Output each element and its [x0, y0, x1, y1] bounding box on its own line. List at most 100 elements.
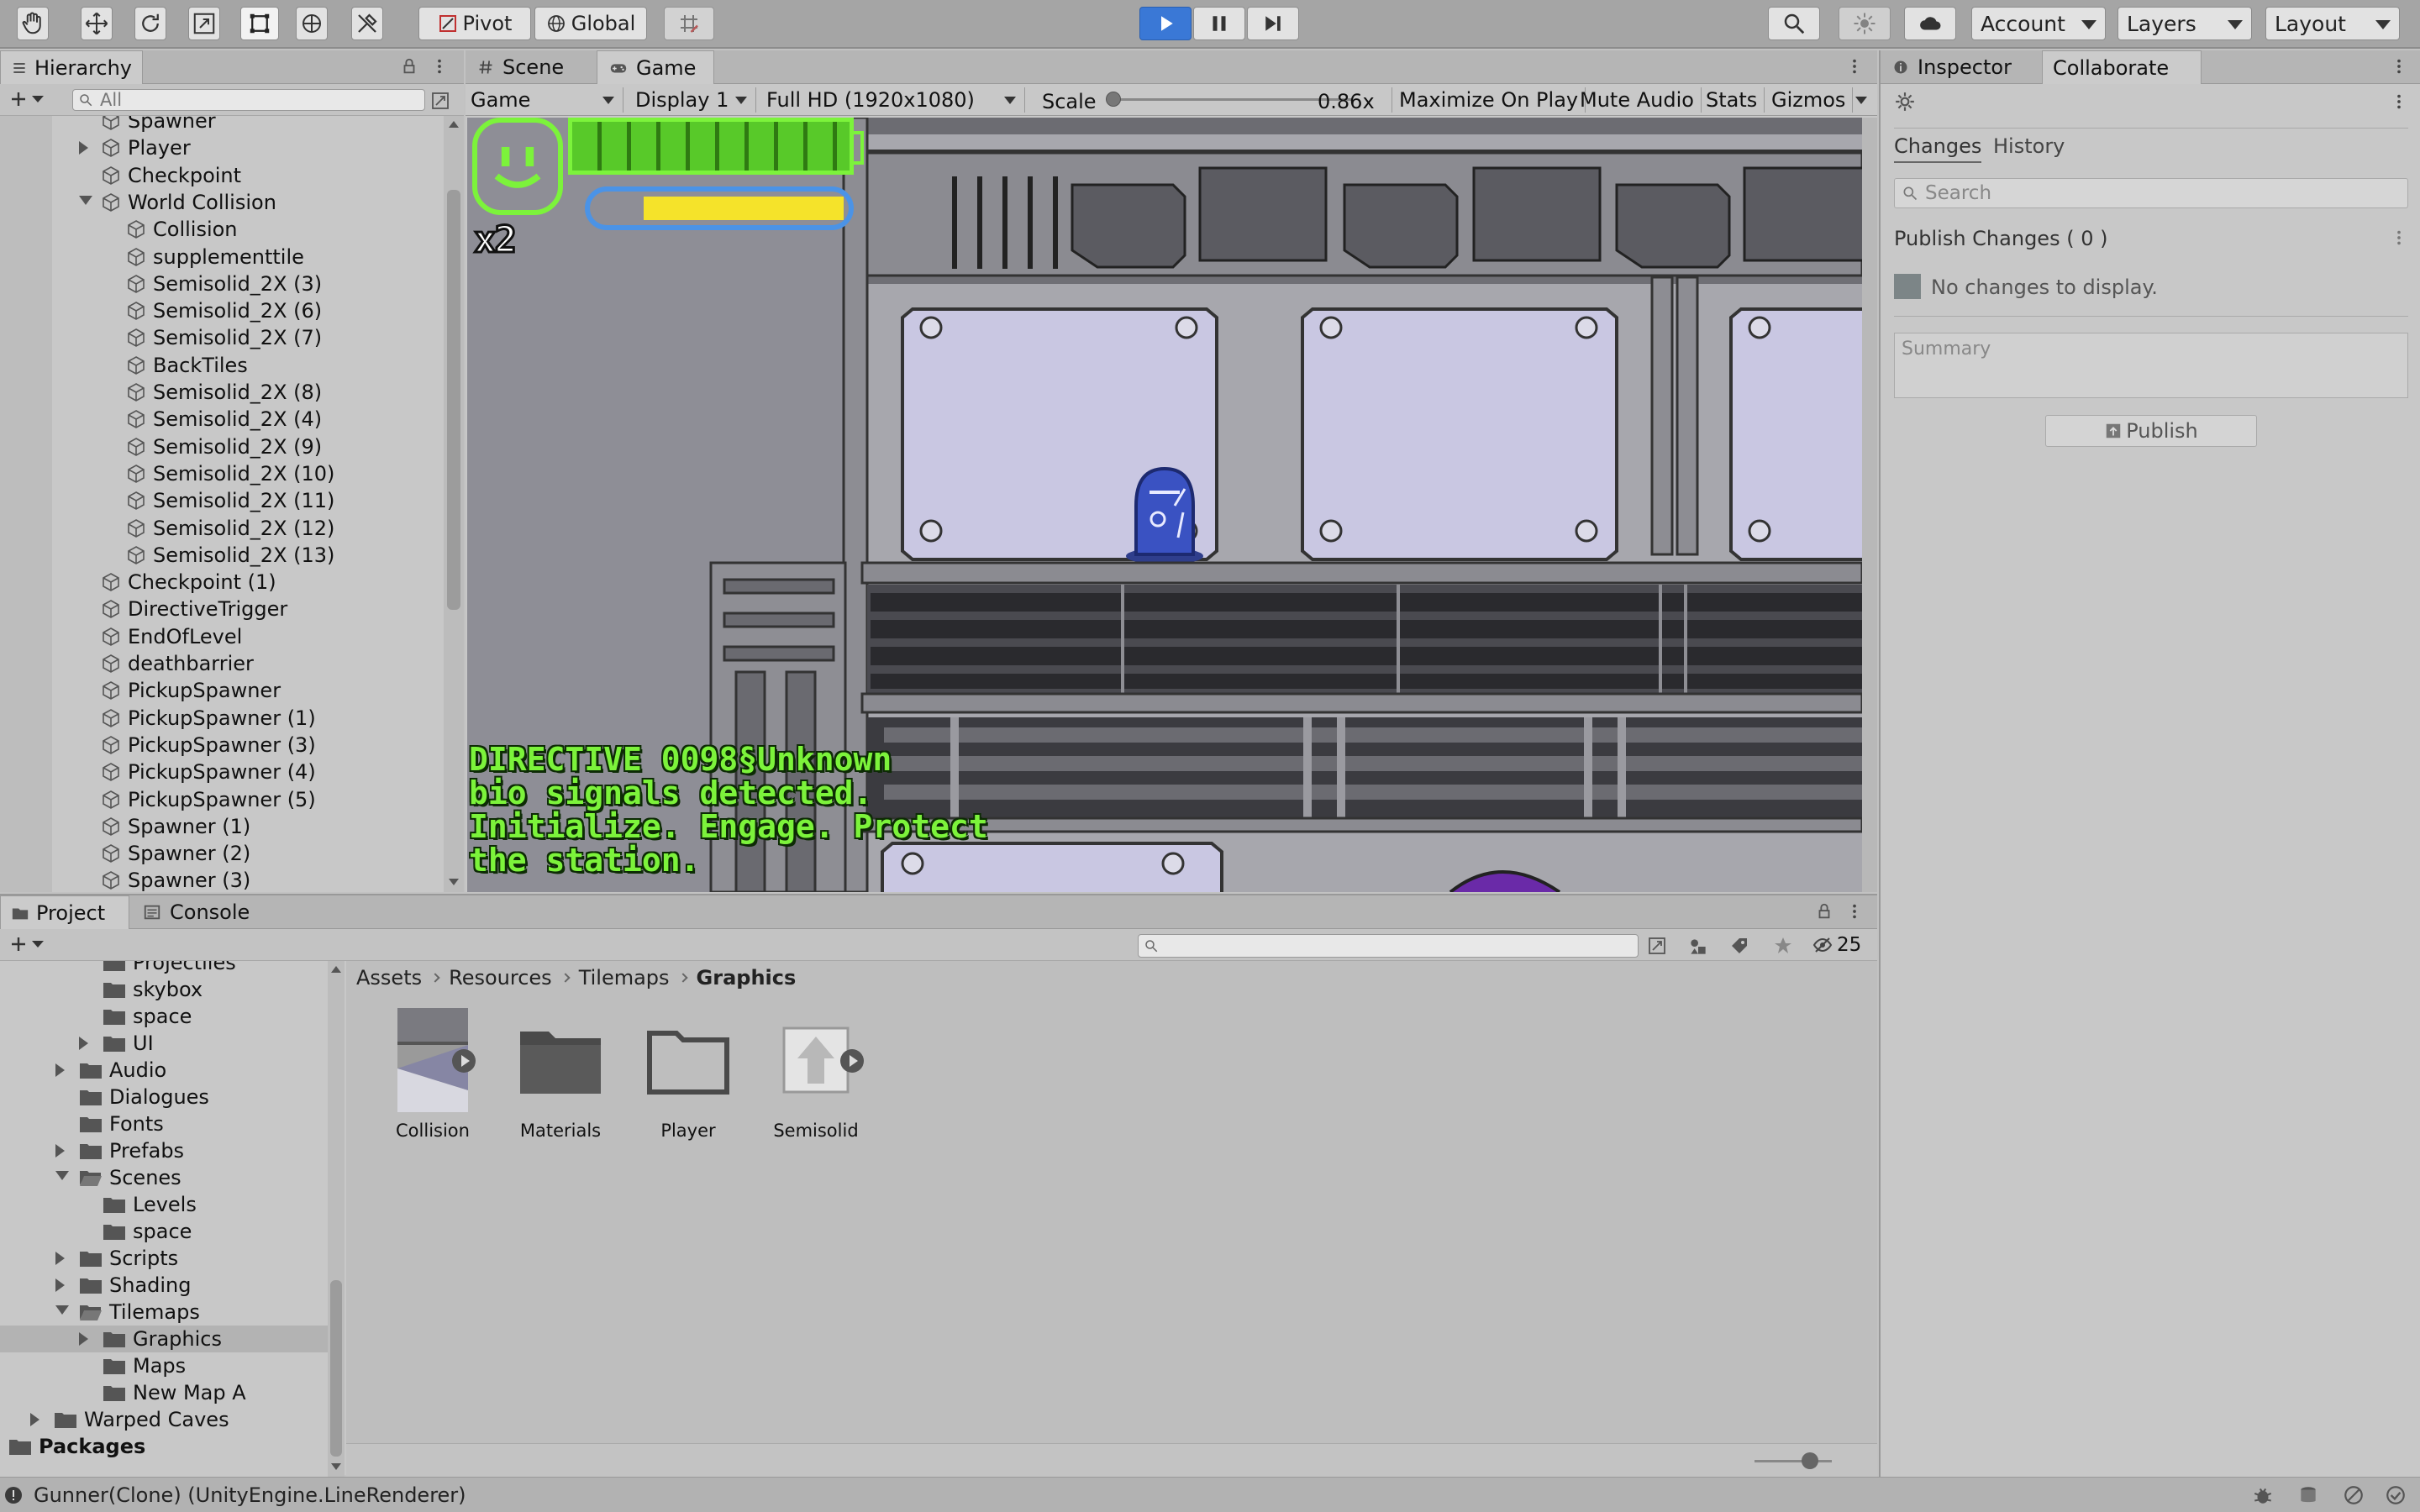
maximize-on-play-toggle[interactable]: Maximize On Play	[1392, 87, 1586, 113]
kebab-menu-icon[interactable]	[2390, 92, 2408, 111]
tab-hierarchy[interactable]: Hierarchy	[0, 50, 143, 84]
folder-item[interactable]: Projectiles	[0, 961, 328, 976]
scale-slider-track[interactable]	[1109, 98, 1353, 101]
icon-size-slider-knob[interactable]	[1802, 1452, 1818, 1469]
hierarchy-item[interactable]: Semisolid_2X (12)	[126, 515, 334, 542]
hierarchy-item[interactable]: Collision	[126, 216, 238, 243]
chevron-right-icon[interactable]	[55, 1144, 65, 1158]
folder-item-selected[interactable]: Graphics	[0, 1326, 328, 1352]
scene-visibility-icon[interactable]	[430, 91, 450, 111]
no-network-icon[interactable]	[2343, 1484, 2365, 1506]
hierarchy-item[interactable]: Semisolid_2X (7)	[126, 324, 322, 351]
pivot-toggle-button[interactable]: Pivot	[418, 7, 531, 40]
game-viewport[interactable]: x2 DIRECTIVE 0098§Unknown bio signals de…	[467, 118, 1862, 892]
rotate-tool-button[interactable]	[134, 7, 166, 40]
folder-item[interactable]: UI	[0, 1030, 328, 1057]
asset-item[interactable]: Player	[635, 1003, 741, 1146]
hierarchy-item[interactable]: Checkpoint (1)	[101, 569, 276, 596]
tab-game[interactable]: Game	[597, 50, 714, 84]
asset-item[interactable]: Materials	[508, 1003, 613, 1146]
bug-icon[interactable]	[2252, 1484, 2274, 1506]
chevron-right-icon[interactable]	[79, 1332, 88, 1346]
hidden-packages-toggle[interactable]: 25	[1812, 934, 1861, 956]
summary-textarea[interactable]: Summary	[1894, 333, 2408, 398]
hierarchy-item[interactable]: Spawner (1)	[101, 813, 250, 840]
scale-tool-button[interactable]	[188, 7, 220, 40]
collab-cloud-button[interactable]	[1904, 7, 1956, 40]
chevron-down-icon[interactable]	[55, 1171, 69, 1180]
hierarchy-item[interactable]: Semisolid_2X (6)	[126, 297, 322, 324]
asset-item[interactable]: Semisolid	[763, 1003, 869, 1146]
check-circle-icon[interactable]	[2385, 1484, 2407, 1506]
folder-item[interactable]: Levels	[0, 1191, 328, 1218]
folder-item[interactable]: Maps	[0, 1352, 328, 1379]
hierarchy-item[interactable]: Semisolid_2X (3)	[126, 270, 322, 297]
gizmos-toggle[interactable]: Gizmos	[1765, 87, 1854, 113]
tab-console[interactable]: Console	[133, 895, 267, 929]
subtab-changes[interactable]: Changes	[1894, 128, 1982, 163]
chevron-down-icon[interactable]	[55, 1305, 69, 1315]
hierarchy-item[interactable]: DirectiveTrigger	[101, 596, 287, 622]
scroll-up-icon[interactable]	[449, 121, 459, 128]
hierarchy-item[interactable]: PickupSpawner (5)	[101, 786, 316, 813]
transform-tool-button[interactable]	[296, 7, 328, 40]
folder-item[interactable]: Shading	[0, 1272, 328, 1299]
hierarchy-item[interactable]: Spawner (2)	[101, 840, 250, 867]
custom-tool-button[interactable]	[351, 7, 383, 40]
favorite-star-icon[interactable]	[1773, 936, 1793, 956]
gizmos-chevron-down-icon[interactable]	[1855, 97, 1867, 104]
expand-play-icon[interactable]	[452, 1049, 476, 1073]
chevron-right-icon[interactable]	[30, 1413, 39, 1426]
publish-button[interactable]: Publish	[2045, 415, 2257, 447]
status-message[interactable]: Gunner(Clone) (UnityEngine.LineRenderer)	[34, 1483, 466, 1507]
hierarchy-item[interactable]: World Collision	[79, 189, 276, 216]
move-tool-button[interactable]	[81, 7, 113, 40]
hierarchy-item[interactable]: BackTiles	[126, 352, 248, 379]
folder-item[interactable]: Scenes	[0, 1164, 328, 1191]
kebab-menu-icon[interactable]	[1845, 902, 1864, 921]
account-dropdown[interactable]: Account	[1971, 7, 2106, 40]
grid-snap-button[interactable]	[664, 7, 714, 40]
scrollbar-thumb[interactable]	[330, 1280, 342, 1457]
rect-tool-button[interactable]	[240, 7, 279, 40]
folder-item[interactable]: Warped Caves	[0, 1406, 328, 1433]
search-scope-icon[interactable]	[1647, 936, 1667, 956]
hierarchy-item[interactable]: PickupSpawner (3)	[101, 732, 316, 759]
lock-icon[interactable]	[400, 57, 418, 76]
chevron-right-icon[interactable]	[55, 1063, 65, 1077]
scroll-down-icon[interactable]	[331, 1463, 341, 1470]
scale-slider-knob[interactable]	[1106, 92, 1121, 107]
breadcrumb-item[interactable]: Assets	[356, 966, 422, 990]
lock-icon[interactable]	[1815, 902, 1833, 921]
hierarchy-item[interactable]: PickupSpawner (1)	[101, 705, 316, 732]
select-all-checkbox[interactable]	[1894, 274, 1921, 299]
breadcrumb-item[interactable]: Graphics	[697, 966, 797, 990]
folder-item[interactable]: Fonts	[0, 1110, 328, 1137]
hierarchy-item[interactable]: Semisolid_2X (4)	[126, 406, 322, 433]
hierarchy-scrollbar[interactable]	[444, 116, 464, 892]
display-dropdown[interactable]: Display 1	[630, 87, 756, 113]
global-toggle-button[interactable]: Global	[534, 7, 647, 40]
hierarchy-item[interactable]: Semisolid_2X (13)	[126, 542, 334, 569]
kebab-menu-icon[interactable]	[2390, 228, 2408, 247]
create-dropdown[interactable]	[8, 89, 44, 109]
hierarchy-item[interactable]: Checkpoint	[101, 162, 241, 189]
kebab-menu-icon[interactable]	[430, 57, 449, 76]
filter-by-label-icon[interactable]	[1729, 936, 1749, 956]
folder-item[interactable]: Packages	[0, 1433, 328, 1460]
folder-item[interactable]: skybox	[0, 976, 328, 1003]
folder-item[interactable]: space	[0, 1218, 328, 1245]
hierarchy-item[interactable]: Semisolid_2X (8)	[126, 379, 322, 406]
folder-item[interactable]: Tilemaps	[0, 1299, 328, 1326]
tab-collaborate[interactable]: Collaborate	[2042, 50, 2202, 84]
scroll-down-icon[interactable]	[449, 879, 459, 885]
folder-tree-scrollbar[interactable]	[328, 961, 345, 1477]
hierarchy-item[interactable]: Semisolid_2X (10)	[126, 460, 334, 487]
scrollbar-thumb[interactable]	[447, 190, 460, 610]
hierarchy-item[interactable]: Player	[79, 134, 191, 161]
scroll-up-icon[interactable]	[331, 966, 341, 973]
chevron-right-icon[interactable]	[55, 1252, 65, 1265]
breadcrumb-item[interactable]: Tilemaps	[579, 966, 670, 990]
icon-size-slider-track[interactable]	[1754, 1460, 1832, 1462]
filter-by-type-icon[interactable]	[1687, 936, 1709, 958]
